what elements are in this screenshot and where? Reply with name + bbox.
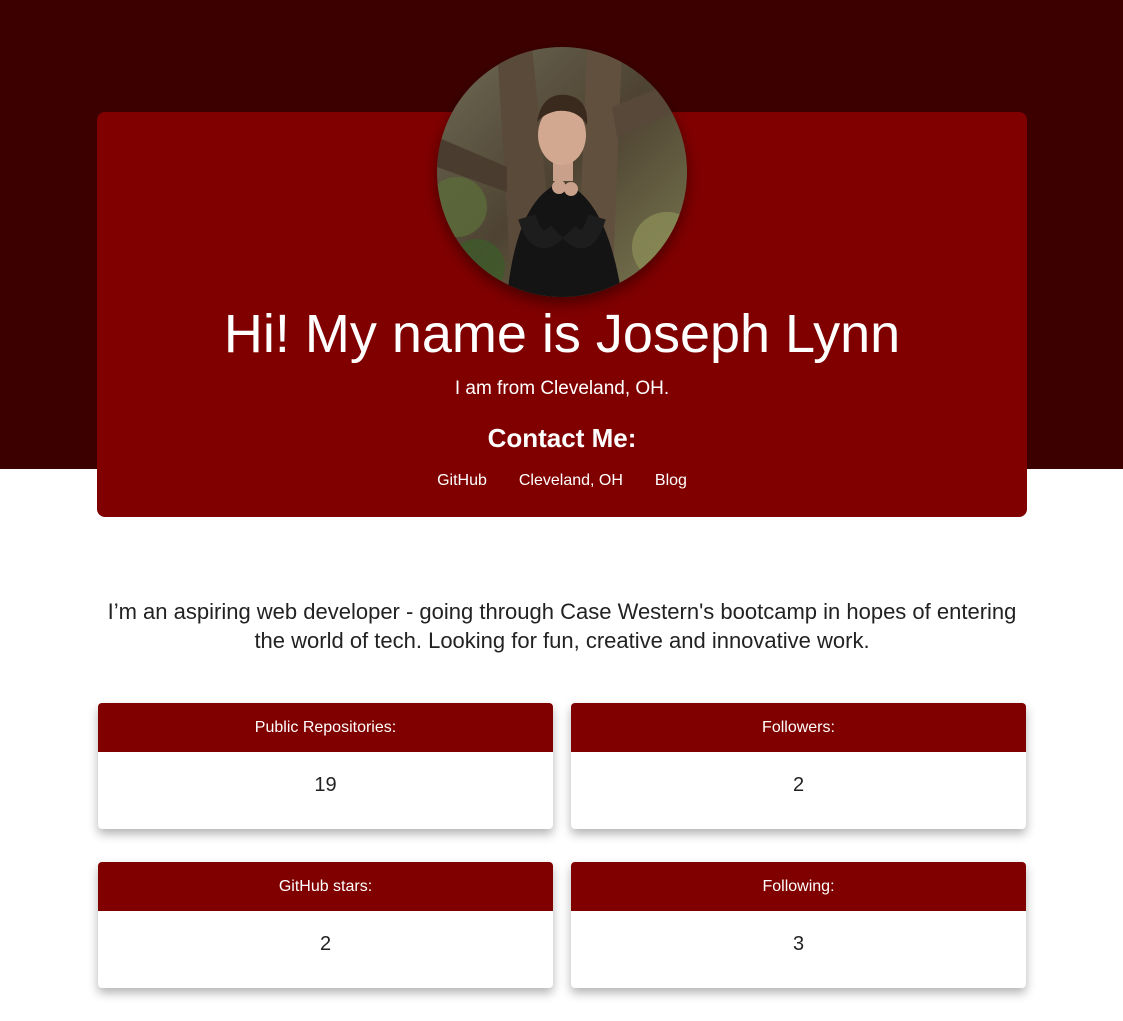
card-header: GitHub stars: — [98, 862, 553, 911]
page-title: Hi! My name is Joseph Lynn — [223, 304, 901, 364]
followers-card: Followers: 2 — [571, 703, 1026, 829]
location-link[interactable]: Cleveland, OH — [519, 470, 623, 492]
card-value: 2 — [319, 933, 332, 955]
bio-text: I’m an aspiring web developer - going th… — [107, 599, 1017, 653]
github-link[interactable]: GitHub — [437, 470, 487, 492]
avatar — [437, 47, 687, 297]
location-text: I am from Cleveland, OH. — [454, 378, 670, 399]
card-value: 19 — [314, 774, 337, 796]
card-header: Public Repositories: — [98, 703, 553, 752]
github-stars-card: GitHub stars: 2 — [98, 862, 553, 988]
profile-photo-icon — [437, 47, 687, 297]
blog-link[interactable]: Blog — [655, 470, 687, 492]
card-value: 2 — [792, 774, 805, 796]
contact-links: GitHub Cleveland, OH Blog — [97, 470, 1027, 492]
public-repos-card: Public Repositories: 19 — [98, 703, 553, 829]
card-header: Followers: — [571, 703, 1026, 752]
card-value: 3 — [792, 933, 805, 955]
contact-heading: Contact Me: — [487, 423, 637, 453]
following-card: Following: 3 — [571, 862, 1026, 988]
card-header: Following: — [571, 862, 1026, 911]
